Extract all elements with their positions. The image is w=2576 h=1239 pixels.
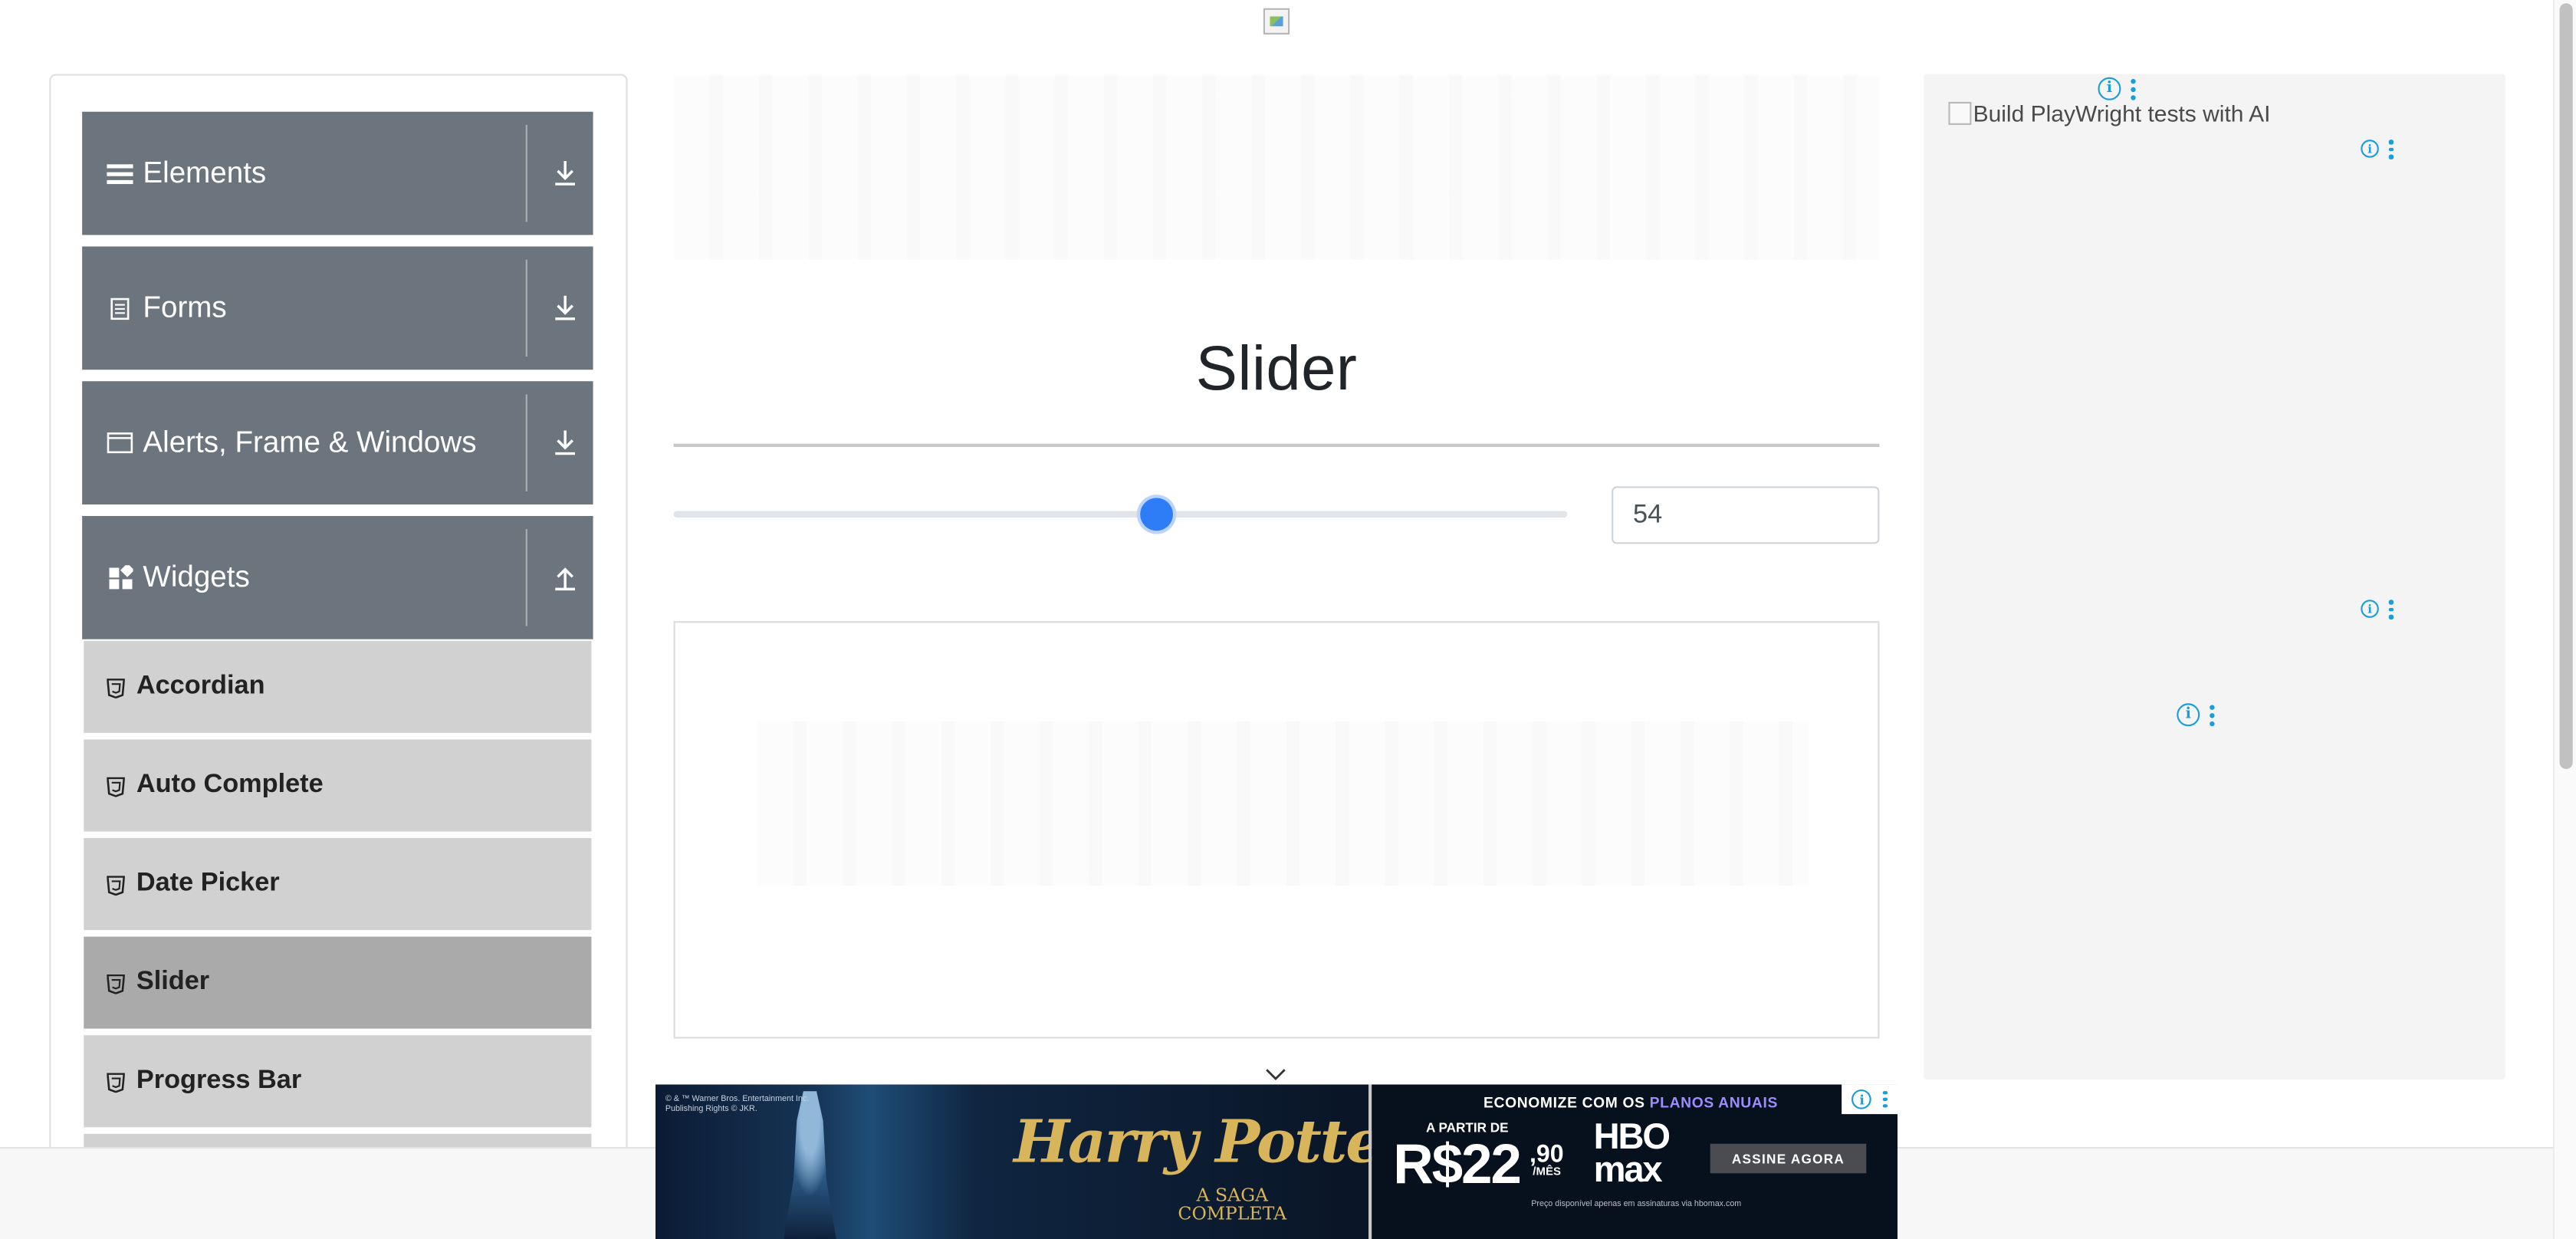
range-slider-thumb[interactable] bbox=[1139, 498, 1173, 531]
sidebar-item-label: Slider bbox=[136, 968, 210, 996]
sidebar-item-accordian[interactable]: Accordian bbox=[84, 640, 592, 737]
banner-headline: ECONOMIZE COM OS PLANOS ANUAIS bbox=[1484, 1094, 1778, 1110]
divider bbox=[525, 259, 527, 357]
kebab-menu-icon[interactable] bbox=[2388, 600, 2394, 619]
kebab-menu-icon[interactable] bbox=[2210, 704, 2215, 726]
group-header-widgets[interactable]: Widgets bbox=[82, 515, 593, 639]
download-arrow-icon bbox=[554, 292, 577, 322]
divider bbox=[525, 529, 527, 626]
download-arrow-icon bbox=[554, 158, 577, 188]
headline-prefix: ECONOMIZE COM OS bbox=[1483, 1094, 1650, 1111]
window-icon bbox=[107, 429, 133, 455]
broken-image-alt-text: Build PlayWright tests with AI bbox=[1973, 100, 2271, 127]
group-title: Forms bbox=[143, 291, 227, 324]
subscribe-button[interactable]: ASSINE AGORA bbox=[1710, 1143, 1867, 1174]
divider bbox=[525, 394, 527, 491]
sidebar-item-date-picker[interactable]: Date Picker bbox=[84, 838, 592, 934]
upload-arrow-icon bbox=[554, 562, 577, 592]
brand-logo: HBO max bbox=[1593, 1116, 1671, 1190]
page-scrollbar[interactable] bbox=[2553, 0, 2576, 1239]
hamburger-icon bbox=[107, 160, 133, 186]
group-header-alerts-frame-windows[interactable]: Alerts, Frame & Windows bbox=[82, 381, 593, 504]
adchoices-control[interactable]: i bbox=[2177, 703, 2215, 727]
group-title: Widgets bbox=[143, 560, 250, 593]
sidebar-item-label: Date Picker bbox=[136, 869, 280, 898]
ad-placeholder-inner bbox=[757, 721, 1809, 886]
scrollbar-thumb[interactable] bbox=[2559, 3, 2573, 770]
banner-legal-text: © & ™ Warner Bros. Entertainment Inc. Pu… bbox=[665, 1094, 810, 1115]
html5-icon bbox=[106, 973, 126, 994]
html5-icon bbox=[106, 874, 126, 896]
sidebar-item-label: Auto Complete bbox=[136, 771, 324, 799]
title-divider bbox=[673, 443, 1880, 447]
adchoices-control[interactable]: i bbox=[2361, 140, 2394, 159]
info-icon[interactable]: i bbox=[2098, 77, 2121, 100]
download-arrow-icon bbox=[554, 427, 577, 457]
info-icon[interactable]: i bbox=[2177, 703, 2200, 727]
info-icon[interactable]: i bbox=[2361, 140, 2379, 159]
info-icon[interactable]: i bbox=[2361, 600, 2379, 619]
adchoices-control[interactable]: i bbox=[1842, 1084, 1898, 1115]
group-title: Elements bbox=[143, 156, 267, 189]
adchoices-control[interactable]: i bbox=[2361, 600, 2394, 619]
price-period: /MÊS bbox=[1533, 1166, 1561, 1178]
kebab-menu-icon[interactable] bbox=[2388, 140, 2394, 159]
banner-fine-print: Preço disponível apenas em assinaturas v… bbox=[1531, 1199, 1742, 1210]
kebab-menu-icon[interactable] bbox=[1882, 1090, 1888, 1109]
ad-content-box bbox=[673, 621, 1880, 1039]
banner-title: Harry Potter bbox=[1014, 1107, 1413, 1177]
price-main: R$22 bbox=[1393, 1133, 1522, 1197]
sidebar-item-progress-bar[interactable]: Progress Bar bbox=[84, 1035, 592, 1131]
sidebar-item-label: Accordian bbox=[136, 672, 265, 701]
bottom-banner-ad[interactable]: © & ™ Warner Bros. Entertainment Inc. Pu… bbox=[656, 1084, 1898, 1239]
page-title: Slider bbox=[1195, 335, 1358, 405]
left-navigation-panel: Elements Forms Alerts, Frame & Windows W… bbox=[49, 74, 628, 1191]
banner-subtitle: A SAGA COMPLETA bbox=[1178, 1185, 1287, 1224]
info-icon[interactable]: i bbox=[1852, 1089, 1872, 1109]
html5-icon bbox=[106, 1071, 126, 1093]
group-header-elements[interactable]: Elements bbox=[82, 111, 593, 235]
divider bbox=[525, 124, 527, 222]
group-title: Alerts, Frame & Windows bbox=[143, 426, 477, 458]
html5-icon bbox=[106, 776, 126, 797]
adchoices-control[interactable]: i bbox=[2098, 77, 2136, 100]
document-icon bbox=[107, 295, 133, 321]
html5-icon bbox=[106, 677, 126, 699]
right-ad-panel[interactable] bbox=[1924, 74, 2505, 1080]
broken-ad-image[interactable]: Build PlayWright tests with AI bbox=[1948, 100, 2271, 127]
broken-image-icon bbox=[1948, 101, 1972, 125]
ad-placeholder-top bbox=[673, 75, 1880, 260]
widgets-icon bbox=[107, 564, 133, 590]
kebab-menu-icon[interactable] bbox=[2131, 77, 2136, 100]
banner-offer[interactable]: ECONOMIZE COM OS PLANOS ANUAIS A PARTIR … bbox=[1372, 1084, 1898, 1239]
sidebar-item-slider[interactable]: Slider bbox=[84, 936, 592, 1032]
price-cents: ,90 bbox=[1529, 1140, 1564, 1168]
headline-plan: PLANOS ANUAIS bbox=[1649, 1094, 1778, 1111]
sidebar-item-auto-complete[interactable]: Auto Complete bbox=[84, 739, 592, 835]
sidebar-item-label: Progress Bar bbox=[136, 1066, 302, 1095]
chevron-down-icon[interactable] bbox=[1265, 1062, 1286, 1081]
slider-value-field[interactable]: 54 bbox=[1612, 486, 1880, 544]
site-logo-image[interactable] bbox=[1263, 8, 1290, 35]
range-slider-track[interactable] bbox=[673, 511, 1568, 518]
group-header-forms[interactable]: Forms bbox=[82, 246, 593, 370]
